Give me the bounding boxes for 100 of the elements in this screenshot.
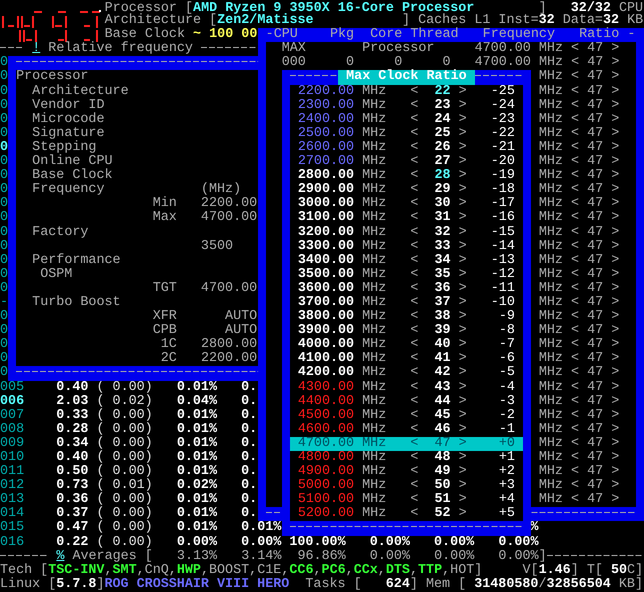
step-up-arrow: >	[611, 422, 620, 437]
board-name: ROG CROSSHAIR VIII HERO	[104, 578, 290, 592]
table-cell: 0.01%	[176, 436, 218, 451]
ratio-option[interactable]: 3600.00 MHz < 36 > -11	[290, 282, 524, 296]
hotkey[interactable]: %	[56, 550, 64, 564]
table-cell: 0.50	[56, 465, 88, 480]
ratio-option[interactable]: 4800.00 MHz < 48 > +1	[290, 451, 524, 466]
table-cell: ( 0.01)	[96, 479, 153, 494]
field-key: 2C	[160, 352, 177, 366]
cache-label: Data=	[562, 14, 603, 28]
table-cell: 0.00%	[370, 536, 410, 550]
ratio-option[interactable]: 3400.00 MHz < 34 > -13	[290, 254, 524, 268]
step-down-arrow: <	[571, 493, 580, 508]
table-cell: 47	[587, 338, 604, 352]
field-value: 4700.00	[200, 282, 258, 296]
table-cell: 0.73	[56, 479, 88, 494]
ratio-option[interactable]: 5100.00 MHz < 51 > +4	[290, 493, 524, 508]
ratio-option[interactable]: 2200.00 MHz < 22 > -25	[290, 84, 524, 99]
bracket: ]	[402, 14, 410, 28]
ratio-option[interactable]: 2700.00 MHz < 27 > -20	[290, 155, 524, 170]
ratio-option[interactable]: 4000.00 MHz < 40 > -7	[290, 338, 524, 352]
field-value: 2200.00	[200, 197, 258, 212]
step-down-arrow: <	[571, 451, 580, 466]
table-cell: 0.01%	[176, 493, 218, 508]
ratio-option[interactable]: 2600.00 MHz < 26 > -21	[290, 140, 524, 156]
ratio-option[interactable]: 3200.00 MHz < 32 > -15	[290, 226, 524, 240]
ratio-option[interactable]: 4700.00 MHz < 47 > +0	[290, 436, 524, 451]
ratio-option[interactable]: 4200.00 MHz < 42 > -5	[290, 366, 524, 381]
table-cell: 0.	[241, 507, 258, 522]
table-cell-text: 0.40	[56, 451, 88, 465]
separator: ,	[346, 564, 354, 578]
ratio-option[interactable]: 4400.00 MHz < 44 > -3	[290, 394, 524, 409]
step-up-arrow: >	[611, 155, 620, 170]
unit-label: MHz	[538, 493, 563, 508]
table-cell: ( 0.00)	[96, 536, 153, 550]
ratio-option[interactable]: 4300.00 MHz < 43 > -4	[290, 380, 524, 395]
unit-label: KB	[618, 578, 635, 592]
field-label: Online CPU	[32, 155, 113, 170]
step-down-arrow: <	[571, 422, 580, 437]
ratio-option[interactable]: 3000.00 MHz < 30 > -17	[290, 197, 524, 212]
ratio-option[interactable]: 5000.00 MHz < 50 > +3	[290, 479, 524, 494]
ratio-option[interactable]: 3100.00 MHz < 31 > -16	[290, 211, 524, 226]
separator: ,	[136, 564, 145, 578]
step-down-arrow: <	[571, 380, 580, 395]
table-cell: 47	[587, 366, 604, 381]
ratio-option[interactable]: 3500.00 MHz < 35 > -12	[290, 268, 524, 282]
cache-value: 32	[602, 14, 620, 28]
step-up-arrow: >	[611, 338, 620, 352]
unit-label: MHz	[538, 352, 563, 366]
field-label: Vendor ID	[32, 98, 104, 113]
row-label: Tech [	[0, 564, 48, 578]
step-up-arrow: >	[611, 380, 620, 395]
cpu-marker: 0	[0, 84, 8, 99]
average-value: 3.14%	[241, 550, 282, 564]
ratio-option[interactable]: 4600.00 MHz < 46 > -1	[290, 422, 524, 437]
table-cell: 47	[587, 254, 604, 268]
step-up-arrow: >	[611, 366, 620, 381]
ratio-option[interactable]: 3800.00 MHz < 38 > -9	[290, 310, 524, 324]
ratio-option[interactable]: 3700.00 MHz < 37 > -10	[290, 296, 524, 310]
unit-label: MHz	[538, 140, 563, 155]
table-cell: 47	[587, 436, 604, 451]
step-up-arrow: >	[611, 324, 620, 338]
field-label: Base Clock	[32, 169, 113, 184]
ratio-option[interactable]: 2300.00 MHz < 23 > -24	[290, 98, 524, 113]
ratio-option[interactable]: 2400.00 MHz < 24 > -23	[290, 112, 524, 127]
step-up-arrow: >	[611, 408, 620, 423]
ratio-option[interactable]: 4900.00 MHz < 49 > +2	[290, 465, 524, 480]
cpu-marker: 0	[0, 366, 8, 381]
ratio-option[interactable]: 3900.00 MHz < 39 > -8	[290, 324, 524, 338]
cpu-id: 009	[0, 436, 24, 451]
step-up-arrow: >	[611, 296, 620, 310]
unit-label: MHz	[538, 70, 563, 85]
step-down-arrow: <	[571, 408, 580, 423]
table-cell: 47	[587, 56, 604, 70]
unit-label: MHz	[538, 126, 563, 141]
unit-label: MHz	[538, 226, 563, 240]
bracket: ]	[570, 564, 579, 578]
table-cell: 0.34	[56, 436, 88, 451]
table-cell: 47	[587, 465, 604, 480]
table-cell: 0.01%	[176, 422, 218, 437]
step-down-arrow: <	[571, 56, 580, 70]
step-down-arrow: <	[571, 268, 580, 282]
architecture-name: Zen2/Matisse	[217, 14, 314, 28]
ratio-option[interactable]: 2500.00 MHz < 25 > -22	[290, 126, 524, 141]
ratio-option[interactable]: 3300.00 MHz < 33 > -14	[290, 240, 524, 254]
ratio-option[interactable]: 2800.00 MHz < 28 > -19	[290, 169, 524, 184]
ratio-option[interactable]: 4100.00 MHz < 41 > -6	[290, 352, 524, 366]
cpu-id: 016	[0, 536, 24, 550]
feature-label: DTS	[386, 564, 410, 578]
ratio-option[interactable]: 4500.00 MHz < 45 > -2	[290, 408, 524, 423]
field-value: 3500	[200, 240, 234, 254]
step-down-arrow: <	[571, 465, 580, 480]
hotkey[interactable]: !	[32, 42, 40, 56]
step-down-arrow: <	[571, 84, 580, 99]
average-value: 0.00%	[434, 550, 474, 564]
table-cell-text: ( 0.00)	[96, 451, 153, 465]
separator: ,	[378, 564, 386, 578]
ratio-option[interactable]: 5200.00 MHz < 52 > +5	[290, 507, 524, 522]
ratio-option[interactable]: 2900.00 MHz < 29 > -18	[290, 183, 524, 198]
cpu-id: 010	[0, 451, 24, 465]
